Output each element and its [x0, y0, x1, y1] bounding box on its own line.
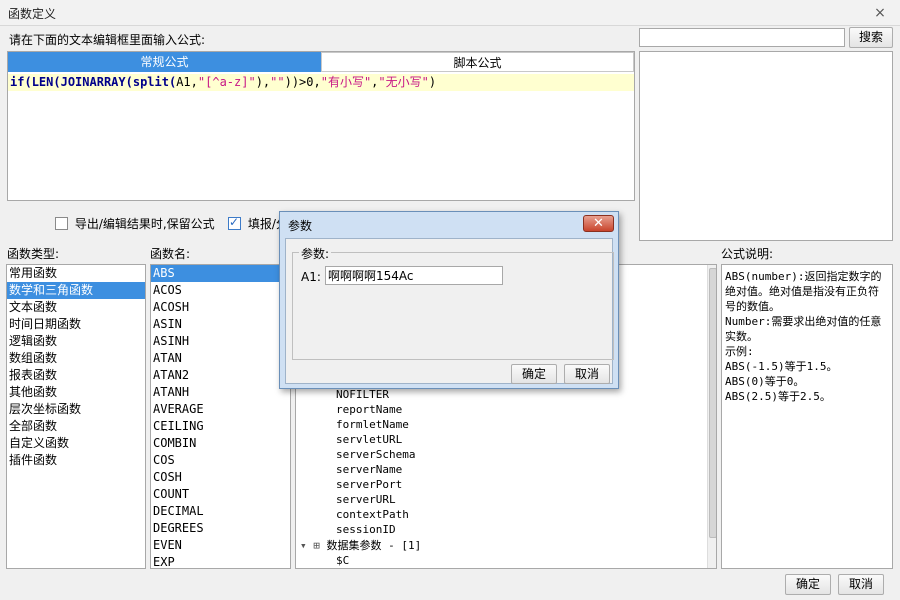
function-type-item[interactable]: 时间日期函数	[7, 316, 145, 333]
function-type-item[interactable]: 逻辑函数	[7, 333, 145, 350]
function-name-item[interactable]: ATAN	[151, 350, 290, 367]
function-name-item[interactable]: EVEN	[151, 537, 290, 554]
function-name-item[interactable]: EXP	[151, 554, 290, 568]
function-type-item[interactable]: 报表函数	[7, 367, 145, 384]
tree-item[interactable]: reportName	[336, 402, 415, 417]
parameter-group-label: 参数:	[299, 245, 332, 262]
function-names-header: 函数名:	[150, 247, 191, 261]
parameters-scrollbar[interactable]	[707, 265, 716, 568]
fill-checkbox[interactable]	[228, 215, 241, 230]
ok-button[interactable]: 确定	[785, 574, 831, 595]
formula-token: "[^a-z]"	[197, 75, 256, 89]
function-type-item[interactable]: 常用函数	[7, 265, 145, 282]
tree-item[interactable]: serverPort	[336, 477, 415, 492]
formula-token: JOINARRAY(	[60, 75, 133, 89]
search-input[interactable]	[639, 28, 845, 47]
function-name-item[interactable]: DEGREES	[151, 520, 290, 537]
function-name-item[interactable]: ASINH	[151, 333, 290, 350]
parameter-dialog-close-button[interactable]: ✕	[583, 215, 614, 232]
dataset-params-group[interactable]: ▾ ⊞ 数据集参数 - [1]	[300, 538, 421, 553]
parameter-a1-input[interactable]	[325, 266, 503, 285]
function-type-item[interactable]: 其他函数	[7, 384, 145, 401]
function-type-item[interactable]: 层次坐标函数	[7, 401, 145, 418]
function-types-list: 常用函数 数学和三角函数 文本函数 时间日期函数 逻辑函数 数组函数 报表函数 其他函数 层次坐…	[6, 264, 146, 569]
tab-regular-formula[interactable]: 常规公式	[8, 52, 321, 72]
function-name-item[interactable]: DECIMAL	[151, 503, 290, 520]
function-name-item[interactable]: COUNT	[151, 486, 290, 503]
function-name-item[interactable]: ACOSH	[151, 299, 290, 316]
formula-token: LEN(	[31, 75, 61, 89]
parameter-groupbox: 参数: A1:	[292, 245, 614, 360]
function-name-item[interactable]: ATANH	[151, 384, 290, 401]
function-name-item[interactable]: ACOS	[151, 282, 290, 299]
window-titlebar: 函数定义 ×	[0, 0, 900, 26]
tab-script-formula[interactable]: 脚本公式	[321, 52, 634, 72]
tree-item[interactable]: $C	[336, 553, 349, 568]
tree-item[interactable]: serverURL	[336, 492, 415, 507]
formula-editor-line[interactable]: if(LEN(JOINARRAY(split(A1,"[^a-z]"),""))…	[8, 74, 634, 91]
formula-token: ""	[270, 75, 285, 89]
keep-formula-label: 导出/编辑结果时,保留公式	[74, 217, 215, 231]
tree-item[interactable]: serverName	[336, 462, 415, 477]
formula-token: A1,	[176, 75, 198, 89]
tree-item[interactable]: NOFILTER	[336, 387, 415, 402]
function-type-item[interactable]: 自定义函数	[7, 435, 145, 452]
formula-token: "无小写"	[378, 75, 429, 89]
window-title: 函数定义	[8, 7, 57, 21]
formula-token: if(	[10, 75, 32, 89]
formula-token: ))>0,	[284, 75, 321, 89]
formula-token: "有小写"	[320, 75, 372, 89]
expand-arrow-icon[interactable]: ▾	[300, 539, 307, 552]
search-results-panel	[639, 51, 893, 241]
keep-formula-option[interactable]: 导出/编辑结果时,保留公式	[55, 215, 215, 232]
function-type-item[interactable]: 插件函数	[7, 452, 145, 469]
parameter-ok-button[interactable]: 确定	[511, 364, 557, 384]
function-types-header: 函数类型:	[7, 247, 60, 261]
formula-token: ),	[255, 75, 271, 89]
function-name-item[interactable]: ASIN	[151, 316, 290, 333]
keep-formula-checkbox[interactable]	[55, 217, 68, 230]
parameter-dialog-body: 参数: A1: 确定 取消	[285, 238, 614, 384]
search-button[interactable]: 搜索	[849, 27, 893, 48]
function-names-list: ABS ACOS ACOSH ASIN ASINH ATAN ATAN2 ATANH AVERA…	[150, 264, 291, 569]
tree-item[interactable]: formletName	[336, 417, 415, 432]
function-name-item[interactable]: COS	[151, 452, 290, 469]
cancel-button[interactable]: 取消	[838, 574, 884, 595]
function-name-item[interactable]: AVERAGE	[151, 401, 290, 418]
tree-item[interactable]: sessionID	[336, 522, 415, 537]
dataset-group-label: 数据集参数 - [1]	[326, 539, 422, 552]
function-type-item[interactable]: 全部函数	[7, 418, 145, 435]
description-text: ABS(number):返回指定数字的绝对值。绝对值是指没有正负符号的数值。 N…	[721, 264, 893, 569]
parameter-dialog-title: 参数	[288, 219, 313, 233]
function-name-item[interactable]: ATAN2	[151, 367, 290, 384]
function-type-item[interactable]: 数组函数	[7, 350, 145, 367]
tree-item[interactable]: servletURL	[336, 432, 415, 447]
tree-item[interactable]: contextPath	[336, 507, 415, 522]
formula-token: split(	[132, 75, 177, 89]
function-name-item[interactable]: COSH	[151, 469, 290, 486]
parameters-scroll-thumb[interactable]	[709, 268, 716, 538]
formula-token: )	[428, 75, 437, 89]
parameter-cancel-button[interactable]: 取消	[564, 364, 610, 384]
function-type-item[interactable]: 文本函数	[7, 299, 145, 316]
parameter-dialog: 参数 ✕ 参数: A1: 确定 取消	[279, 211, 619, 389]
function-name-item[interactable]: COMBIN	[151, 435, 290, 452]
function-type-item[interactable]: 数学和三角函数	[7, 282, 145, 299]
window-close-button[interactable]: ×	[870, 4, 890, 22]
parameter-field-label: A1:	[301, 270, 321, 284]
function-name-item[interactable]: ABS	[151, 265, 290, 282]
dataset-group-icon: ⊞	[313, 539, 327, 552]
description-header: 公式说明:	[721, 247, 774, 261]
function-name-item[interactable]: CEILING	[151, 418, 290, 435]
formula-prompt-label: 请在下面的文本编辑框里面输入公式:	[9, 33, 206, 47]
tree-item[interactable]: serverSchema	[336, 447, 415, 462]
